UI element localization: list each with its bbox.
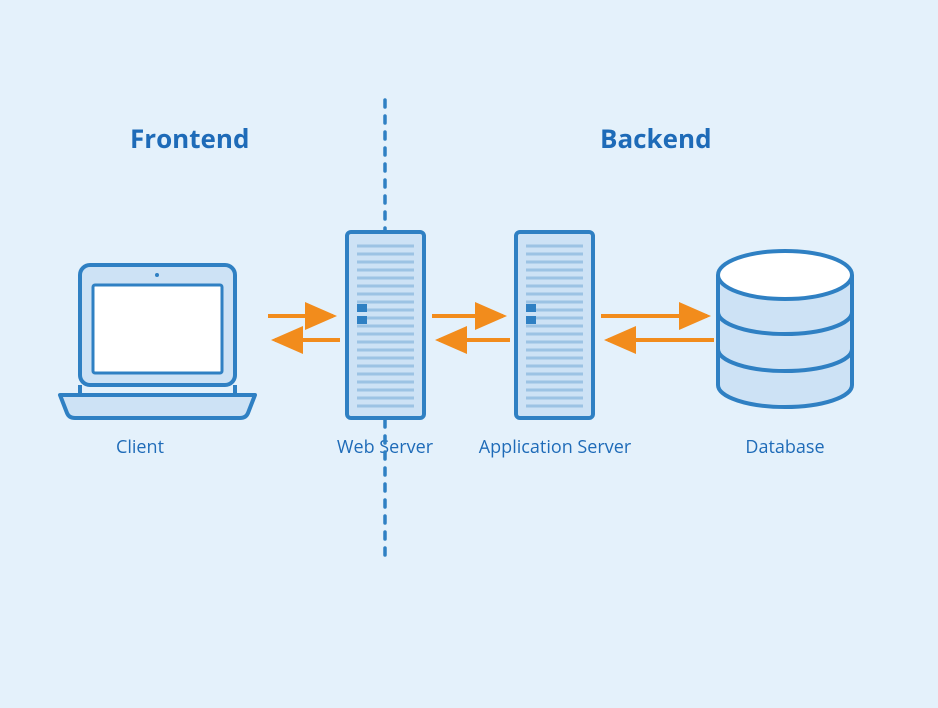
diagram-canvas: Frontend Backend Client Web Server Appli…	[0, 0, 938, 708]
diagram-svg	[0, 0, 938, 708]
app-server-icon	[516, 232, 593, 418]
database-icon	[718, 251, 852, 407]
laptop-icon	[60, 265, 255, 418]
web-server-icon	[347, 232, 424, 418]
